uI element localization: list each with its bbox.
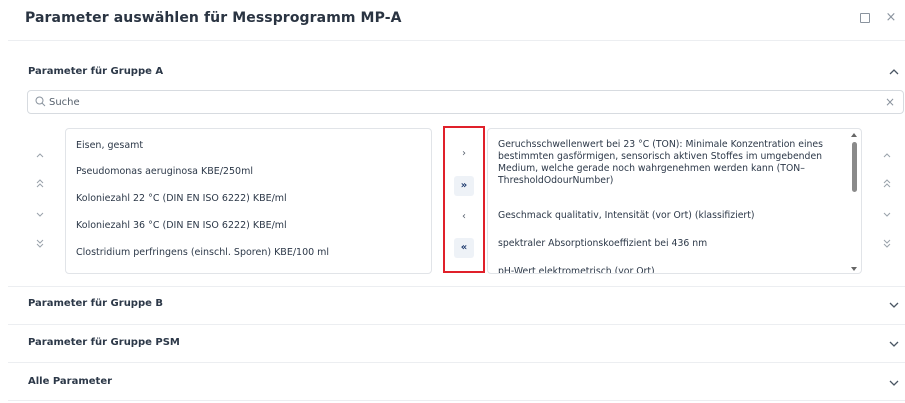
move-all-left-button[interactable]: «: [454, 238, 474, 258]
transfer-buttons-highlight: › » ‹ «: [443, 126, 485, 273]
list-item[interactable]: Eisen, gesamt: [76, 140, 143, 151]
move-all-right-button[interactable]: »: [454, 176, 474, 196]
search-input[interactable]: [49, 94, 869, 110]
search-field[interactable]: ×: [27, 90, 904, 114]
move-top-button[interactable]: [29, 176, 51, 196]
chevron-down-icon[interactable]: [888, 338, 900, 350]
section-header-group-a[interactable]: Parameter für Gruppe A: [28, 66, 163, 77]
selected-parameters-list[interactable]: Geruchsschwellenwert bei 23 °C (TON): Mi…: [487, 128, 862, 274]
list-item[interactable]: pH-Wert elektrometrisch (vor Ort): [498, 266, 843, 273]
divider: [8, 362, 905, 363]
scroll-up-arrow-icon[interactable]: [851, 133, 857, 137]
divider: [8, 324, 905, 325]
section-header-group-psm[interactable]: Parameter für Gruppe PSM: [28, 337, 180, 348]
move-down-button[interactable]: [876, 206, 898, 226]
dialog-title: Parameter auswählen für Messprogramm MP-…: [25, 10, 402, 26]
scrollbar[interactable]: [851, 133, 857, 271]
move-selected-left-button[interactable]: ‹: [454, 207, 474, 227]
search-icon: [35, 96, 46, 107]
move-up-button[interactable]: [876, 146, 898, 166]
divider: [8, 40, 905, 41]
list-item[interactable]: Geruchsschwellenwert bei 23 °C (TON): Mi…: [498, 139, 843, 187]
available-parameters-list[interactable]: Eisen, gesamt Pseudomonas aeruginosa KBE…: [65, 128, 432, 274]
chevron-down-icon[interactable]: [888, 377, 900, 389]
scrollbar-thumb[interactable]: [852, 142, 857, 192]
clear-search-icon[interactable]: ×: [885, 95, 895, 109]
section-header-group-b[interactable]: Parameter für Gruppe B: [28, 298, 163, 309]
move-bottom-button[interactable]: [876, 236, 898, 256]
list-item[interactable]: Koloniezahl 22 °C (DIN EN ISO 6222) KBE/…: [76, 193, 287, 204]
list-item[interactable]: Clostridium perfringens (einschl. Sporen…: [76, 247, 329, 258]
list-item[interactable]: Koloniezahl 36 °C (DIN EN ISO 6222) KBE/…: [76, 220, 287, 231]
parameter-dialog: Parameter auswählen für Messprogramm MP-…: [0, 0, 905, 403]
move-up-button[interactable]: [29, 146, 51, 166]
chevron-up-icon[interactable]: [888, 66, 900, 78]
divider: [8, 286, 905, 287]
move-selected-right-button[interactable]: ›: [454, 144, 474, 164]
list-item[interactable]: Geschmack qualitativ, Intensität (vor Or…: [498, 210, 843, 222]
list-item[interactable]: spektraler Absorptionskoeffizient bei 43…: [498, 238, 843, 250]
list-item[interactable]: Pseudomonas aeruginosa KBE/250ml: [76, 166, 253, 177]
move-top-button[interactable]: [876, 176, 898, 196]
divider: [8, 400, 905, 401]
close-icon[interactable]: ×: [884, 11, 898, 25]
scroll-down-arrow-icon[interactable]: [851, 267, 857, 271]
expand-icon[interactable]: [858, 11, 872, 25]
section-header-all-parameters[interactable]: Alle Parameter: [28, 376, 112, 387]
move-down-button[interactable]: [29, 206, 51, 226]
chevron-down-icon[interactable]: [888, 299, 900, 311]
move-bottom-button[interactable]: [29, 236, 51, 256]
